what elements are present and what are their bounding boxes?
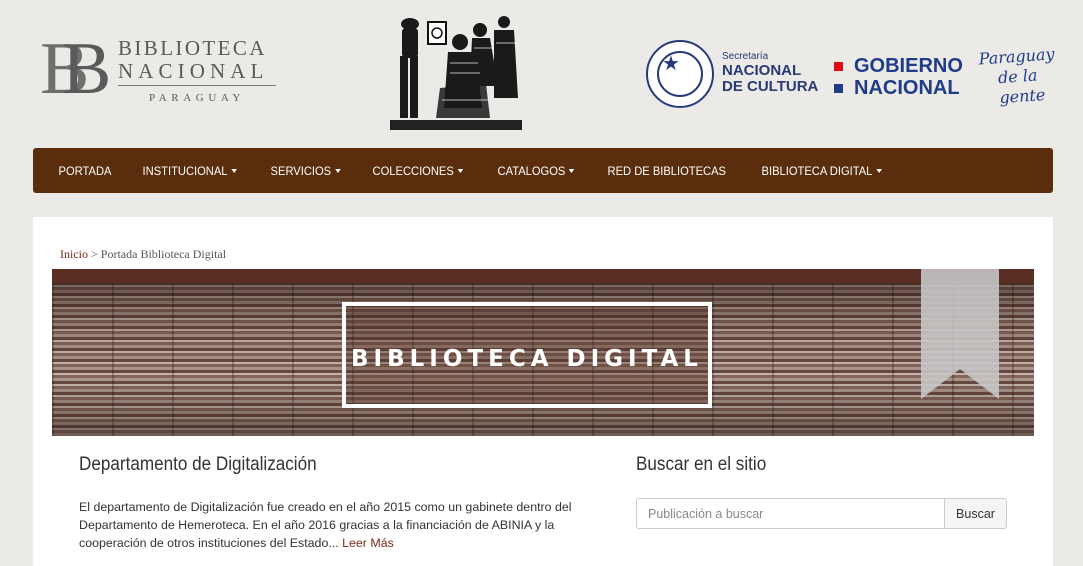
main-nav: PORTADA INSTITUCIONAL SERVICIOS COLECCIO… xyxy=(33,148,1053,193)
gobierno-nacional-logo[interactable]: GOBIERNO NACIONAL xyxy=(834,55,963,99)
logo-line3: PARAGUAY xyxy=(149,92,245,104)
nav-biblioteca-digital[interactable]: BIBLIOTECA DIGITAL xyxy=(749,164,894,178)
paraguay-de-la-gente-logo: Paraguay de la gente xyxy=(978,44,1056,108)
breadcrumb: Inicio > Portada Biblioteca Digital xyxy=(60,247,226,262)
caret-down-icon xyxy=(876,169,882,174)
nav-portada[interactable]: PORTADA xyxy=(46,164,124,178)
caret-down-icon xyxy=(231,169,237,174)
government-logos: ★ Secretaría NACIONAL DE CULTURA GOBIERN… xyxy=(646,40,1080,110)
content-panel: Inicio > Portada Biblioteca Digital BIBL… xyxy=(33,217,1053,566)
nav-institucional[interactable]: INSTITUCIONAL xyxy=(130,164,249,178)
logo-line1: BIBLIOTECA xyxy=(118,36,267,60)
woodcut-illustration xyxy=(390,16,522,130)
caret-down-icon xyxy=(568,169,575,174)
secretaria-cultura-logo[interactable]: Secretaría NACIONAL DE CULTURA xyxy=(722,51,818,95)
biblioteca-nacional-logo[interactable]: BB BIBLIOTECA NACIONAL PARAGUAY xyxy=(40,28,285,112)
nav-servicios[interactable]: SERVICIOS xyxy=(258,164,353,178)
caret-down-icon xyxy=(335,169,341,174)
department-title: Departamento de Digitalización xyxy=(79,454,317,475)
banner-title: BIBLIOTECA DIGITAL xyxy=(351,346,703,372)
nav-red-de-bibliotecas[interactable]: RED DE BIBLIOTECAS xyxy=(595,164,739,178)
department-description: El departamento de Digitalización fue cr… xyxy=(79,500,572,550)
nav-catalogos[interactable]: CATALOGOS xyxy=(485,164,587,178)
logo-line2: NACIONAL xyxy=(118,60,276,86)
site-header: BB BIBLIOTECA NACIONAL PARAGUAY ★ Secret… xyxy=(0,0,1083,148)
search-title: Buscar en el sitio xyxy=(636,454,767,475)
biblioteca-digital-banner: BIBLIOTECA DIGITAL xyxy=(52,269,1034,436)
banner-frame: BIBLIOTECA DIGITAL xyxy=(342,302,712,408)
breadcrumb-home-link[interactable]: Inicio xyxy=(60,247,88,261)
bookmark-ribbon-icon xyxy=(921,269,999,399)
read-more-link[interactable]: Leer Más xyxy=(342,536,394,550)
nav-colecciones[interactable]: COLECCIONES xyxy=(360,164,476,178)
search-input[interactable] xyxy=(636,498,945,529)
search-button[interactable]: Buscar xyxy=(944,498,1007,529)
paraguay-seal-icon: ★ xyxy=(646,40,714,108)
bn-monogram: BB xyxy=(40,28,112,110)
breadcrumb-separator: > xyxy=(91,247,98,261)
caret-down-icon xyxy=(457,169,464,174)
breadcrumb-current: Portada Biblioteca Digital xyxy=(100,247,227,261)
